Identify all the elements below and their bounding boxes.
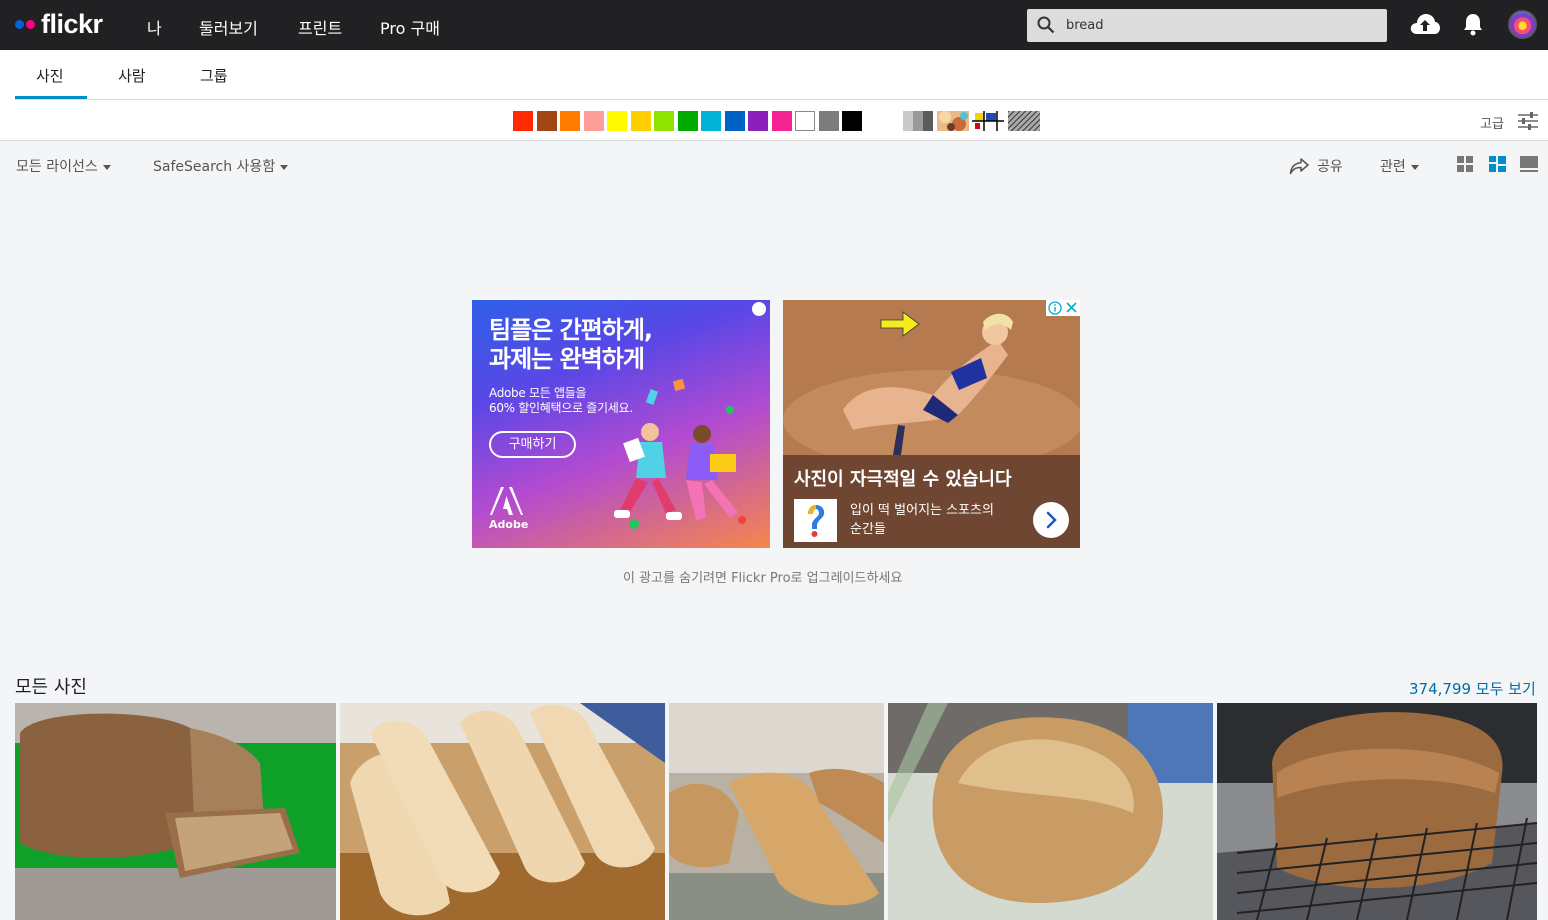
- share-icon[interactable]: [1289, 158, 1309, 175]
- ad-upgrade-note[interactable]: 이 광고를 숨기려면 Flickr Pro로 업그레이드하세요: [623, 567, 902, 586]
- chevron-down-icon: [280, 164, 289, 170]
- bread-photo-3: [669, 703, 884, 920]
- search-input[interactable]: [1066, 9, 1376, 42]
- ad-badge-icon: [752, 302, 766, 316]
- bread-photo-1: [15, 703, 336, 920]
- adobe-ad-banner[interactable]: 팀플은 간편하게, 과제는 완벽하게 Adobe 모든 앱들을 60% 할인혜택…: [472, 300, 770, 548]
- license-dropdown[interactable]: 모든 라이선스: [16, 156, 111, 176]
- minimalist-filter-icon[interactable]: [972, 111, 1004, 131]
- photo-result[interactable]: [1217, 703, 1537, 920]
- notifications-bell-icon[interactable]: [1463, 13, 1483, 36]
- logo-blue-dot: [15, 20, 24, 29]
- user-avatar[interactable]: [1508, 10, 1537, 39]
- athlete-sand-image: [783, 300, 1080, 460]
- color-swatch[interactable]: [536, 111, 557, 131]
- nav-explore[interactable]: 둘러보기: [199, 15, 258, 39]
- logo-text: flickr: [41, 9, 103, 39]
- color-swatch[interactable]: [677, 111, 698, 131]
- color-swatch[interactable]: [795, 111, 815, 131]
- upload-cloud-icon[interactable]: [1409, 12, 1441, 36]
- sports-ad-banner[interactable]: 사진이 자극적일 수 있습니다 입이 떡 벌어지는 스포츠의 순간들: [783, 300, 1080, 548]
- color-swatch[interactable]: [607, 111, 627, 131]
- safesearch-label: SafeSearch 사용함: [153, 159, 276, 175]
- ad-buy-button[interactable]: 구매하기: [489, 431, 576, 458]
- students-illustration: [614, 378, 746, 529]
- advanced-filter-label[interactable]: 고급: [1480, 113, 1504, 132]
- tab-photos[interactable]: 사진: [36, 65, 64, 86]
- shallow-depth-of-field-filter-icon[interactable]: [937, 111, 969, 131]
- ad-next-button[interactable]: [1033, 502, 1069, 538]
- results-section-title: 모든 사진: [15, 677, 87, 698]
- photo-result[interactable]: [888, 703, 1213, 920]
- color-swatch[interactable]: [560, 111, 580, 131]
- tab-groups[interactable]: 그룹: [200, 65, 228, 86]
- color-swatch[interactable]: [583, 111, 604, 131]
- logo-pink-dot: [26, 20, 35, 29]
- advanced-filters-sliders-icon[interactable]: [1518, 112, 1538, 130]
- photo-result[interactable]: [669, 703, 884, 920]
- adobe-logo-icon: [490, 487, 523, 515]
- nav-prints[interactable]: 프린트: [298, 15, 342, 39]
- share-button[interactable]: 공유: [1317, 156, 1343, 176]
- nav-get-pro[interactable]: Pro 구매: [380, 15, 440, 39]
- license-label: 모든 라이선스: [16, 159, 98, 175]
- sort-label: 관련: [1380, 159, 1406, 175]
- color-swatch[interactable]: [654, 111, 674, 131]
- bread-photo-4: [888, 703, 1213, 920]
- flickr-logo[interactable]: flickr: [15, 9, 103, 40]
- color-swatch[interactable]: [818, 111, 839, 131]
- patterns-filter-icon[interactable]: [1008, 111, 1040, 131]
- photo-result[interactable]: [15, 703, 336, 920]
- ad-headline: 사진이 자극적일 수 있습니다: [794, 469, 1012, 490]
- color-swatch[interactable]: [771, 111, 792, 131]
- sort-dropdown[interactable]: 관련: [1380, 156, 1419, 176]
- search-box: [1027, 9, 1387, 42]
- single-photo-view-icon[interactable]: [1520, 156, 1538, 172]
- nav-me[interactable]: 나: [147, 15, 162, 39]
- chevron-down-icon: [102, 164, 111, 170]
- bread-photo-5: [1217, 703, 1537, 920]
- color-swatch[interactable]: [842, 111, 862, 131]
- photo-result[interactable]: [340, 703, 665, 920]
- chevron-down-icon: [1410, 164, 1419, 170]
- ad-advertiser-logo: [794, 499, 837, 542]
- search-type-tabs: 사진 사람 그룹: [0, 50, 1548, 100]
- ad-subtext: 입이 떡 벌어지는 스포츠의 순간들: [850, 503, 994, 537]
- grid-small-view-icon[interactable]: [1457, 156, 1473, 172]
- top-navigation-bar: flickr 나 둘러보기 프린트 Pro 구매: [0, 0, 1548, 50]
- color-swatch[interactable]: [630, 111, 651, 131]
- see-all-results-link[interactable]: 374,799 모두 보기: [1409, 678, 1536, 699]
- ad-brand-label: Adobe: [489, 518, 529, 531]
- color-swatch[interactable]: [724, 111, 745, 131]
- ad-headline: 팀플은 간편하게, 과제는 완벽하게: [489, 316, 653, 373]
- color-filter-bar: 고급: [0, 100, 1548, 141]
- chevron-right-icon: [1046, 511, 1057, 529]
- justified-view-icon[interactable]: [1489, 156, 1506, 172]
- question-mark-icon: [808, 505, 825, 537]
- safesearch-dropdown[interactable]: SafeSearch 사용함: [153, 156, 289, 176]
- bread-photo-2: [340, 703, 665, 920]
- color-swatch[interactable]: [513, 111, 533, 131]
- tab-people[interactable]: 사람: [118, 65, 146, 86]
- color-swatch[interactable]: [701, 111, 721, 131]
- color-swatch[interactable]: [748, 111, 768, 131]
- ad-info-close-icon: [1048, 301, 1077, 315]
- search-icon[interactable]: [1037, 16, 1055, 34]
- ad-choices[interactable]: [1046, 300, 1080, 316]
- black-and-white-filter-icon[interactable]: [903, 111, 933, 131]
